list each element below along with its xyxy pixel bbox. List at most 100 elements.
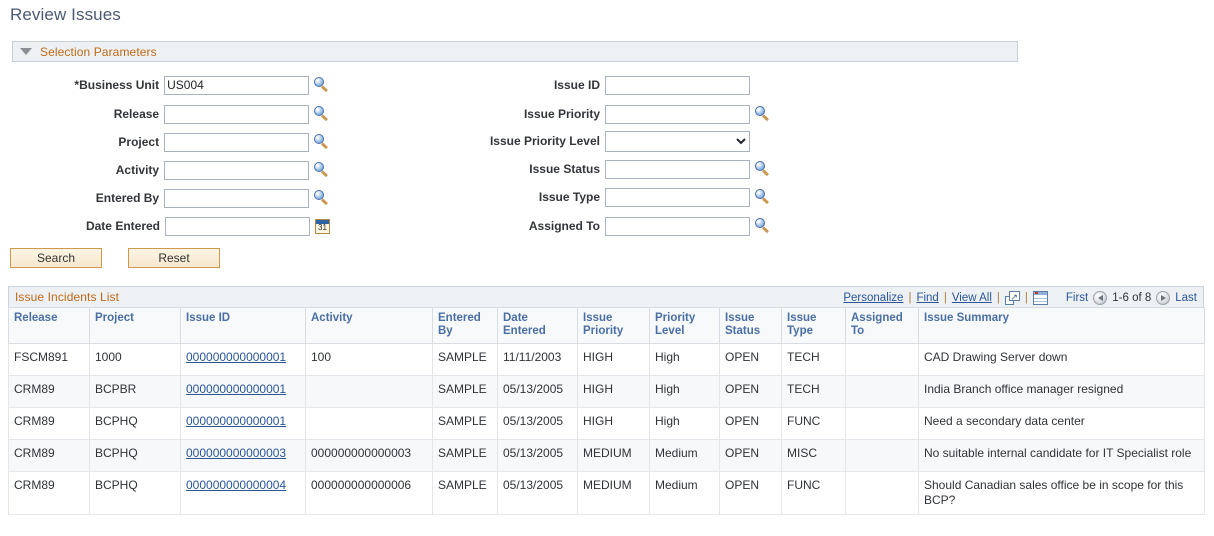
column-header-issue-type[interactable]: Issue Type xyxy=(781,307,846,344)
table-row: CRM89 BCPHQ 000000000000003 000000000000… xyxy=(8,439,1205,472)
field-row-issue-status: Issue Status xyxy=(400,156,800,182)
cell-release: FSCM891 xyxy=(8,343,90,376)
cell-issue-summary: CAD Drawing Server down xyxy=(918,343,1205,376)
column-header-issue-priority[interactable]: Issue Priority xyxy=(577,307,650,344)
project-input[interactable] xyxy=(164,132,310,152)
cell-assigned-to xyxy=(845,439,919,472)
last-page-link[interactable]: Last xyxy=(1175,292,1197,304)
next-arrow-icon[interactable] xyxy=(1156,290,1171,305)
calendar-icon[interactable]: 31 xyxy=(315,218,330,234)
cell-entered-by: SAMPLE xyxy=(432,407,498,440)
field-row-entered-by: Entered By xyxy=(0,185,330,211)
cell-issue-priority: HIGH xyxy=(577,375,650,408)
calendar-day-label: 31 xyxy=(318,222,327,232)
label-release: Release xyxy=(113,107,160,121)
cell-release: CRM89 xyxy=(8,471,90,515)
table-row: FSCM891 1000 000000000000001 100 SAMPLE … xyxy=(8,343,1205,376)
magnifier-icon[interactable] xyxy=(755,161,771,177)
cell-project: BCPHQ xyxy=(89,439,181,472)
toolbar-separator: | xyxy=(943,291,947,304)
magnifier-icon[interactable] xyxy=(755,106,771,122)
issue-id-link[interactable]: 000000000000004 xyxy=(186,478,286,492)
reset-button[interactable]: Reset xyxy=(128,248,220,268)
column-header-entered-by[interactable]: Entered By xyxy=(432,307,498,344)
table-row: CRM89 BCPBR 000000000000001 SAMPLE 05/13… xyxy=(8,375,1205,408)
first-page-link[interactable]: First xyxy=(1066,292,1088,304)
find-link[interactable]: Find xyxy=(916,292,938,304)
column-header-date-entered[interactable]: Date Entered xyxy=(497,307,578,344)
cell-project: BCPBR xyxy=(89,375,181,408)
column-header-issue-status[interactable]: Issue Status xyxy=(719,307,782,344)
magnifier-icon[interactable] xyxy=(314,190,330,206)
release-input[interactable] xyxy=(164,104,310,124)
issue-priority-level-select[interactable] xyxy=(605,130,750,152)
cell-issue-priority: HIGH xyxy=(577,343,650,376)
issue-incidents-table: Release Project Issue ID Activity Entere… xyxy=(8,307,1205,515)
cell-issue-type: TECH xyxy=(781,375,846,408)
cell-project: BCPHQ xyxy=(89,407,181,440)
magnifier-icon[interactable] xyxy=(314,134,330,150)
magnifier-icon[interactable] xyxy=(314,162,330,178)
cell-assigned-to xyxy=(845,375,919,408)
column-header-priority-level[interactable]: Priority Level xyxy=(649,307,720,344)
cell-priority-level: High xyxy=(649,407,720,440)
triangle-down-icon[interactable] xyxy=(20,48,32,55)
previous-arrow-icon[interactable] xyxy=(1093,290,1108,305)
issue-id-link[interactable]: 000000000000003 xyxy=(186,446,286,460)
issue-id-link[interactable]: 000000000000001 xyxy=(186,382,286,396)
column-header-issue-summary[interactable]: Issue Summary xyxy=(918,307,1205,344)
magnifier-icon[interactable] xyxy=(314,77,330,93)
label-date-entered: Date Entered xyxy=(85,219,160,233)
issue-id-link[interactable]: 000000000000001 xyxy=(186,350,286,364)
cell-date-entered: 05/13/2005 xyxy=(497,375,578,408)
view-all-link[interactable]: View All xyxy=(952,292,992,304)
field-row-project: Project xyxy=(0,129,330,155)
label-issue-id: Issue ID xyxy=(553,78,600,92)
cell-entered-by: SAMPLE xyxy=(432,471,498,515)
expand-window-icon[interactable]: ↗ xyxy=(1004,290,1020,305)
business-unit-input[interactable] xyxy=(164,75,310,95)
personalize-link[interactable]: Personalize xyxy=(843,292,903,304)
table-header-row: Release Project Issue ID Activity Entere… xyxy=(8,307,1205,344)
field-row-date-entered: Date Entered 31 xyxy=(0,213,330,239)
column-header-activity[interactable]: Activity xyxy=(305,307,433,344)
label-entered-by: Entered By xyxy=(95,191,160,205)
search-button[interactable]: Search xyxy=(10,248,102,268)
cell-issue-id: 000000000000001 xyxy=(180,343,306,376)
download-spreadsheet-icon[interactable] xyxy=(1032,290,1048,305)
field-row-issue-priority: Issue Priority xyxy=(400,101,800,127)
field-row-activity: Activity xyxy=(0,157,330,183)
cell-issue-summary: Should Canadian sales office be in scope… xyxy=(918,471,1205,515)
field-row-issue-type: Issue Type xyxy=(400,184,800,210)
magnifier-icon[interactable] xyxy=(314,106,330,122)
table-row: CRM89 BCPHQ 000000000000004 000000000000… xyxy=(8,471,1205,515)
cell-project: 1000 xyxy=(89,343,181,376)
issue-id-input[interactable] xyxy=(605,75,750,95)
cell-issue-type: MISC xyxy=(781,439,846,472)
toolbar-separator: | xyxy=(908,291,912,304)
cell-assigned-to xyxy=(845,471,919,515)
magnifier-icon[interactable] xyxy=(755,218,771,234)
field-row-assigned-to: Assigned To xyxy=(400,213,800,239)
selection-parameters-header[interactable]: Selection Parameters xyxy=(12,41,1018,62)
issue-priority-input[interactable] xyxy=(605,104,750,124)
activity-input[interactable] xyxy=(164,160,310,180)
entered-by-input[interactable] xyxy=(164,188,310,208)
cell-issue-id: 000000000000001 xyxy=(180,375,306,408)
date-entered-input[interactable] xyxy=(165,216,310,236)
cell-activity xyxy=(305,407,433,440)
magnifier-icon[interactable] xyxy=(755,189,771,205)
cell-issue-id: 000000000000004 xyxy=(180,471,306,515)
issue-type-input[interactable] xyxy=(605,187,750,207)
assigned-to-input[interactable] xyxy=(605,216,750,236)
cell-priority-level: High xyxy=(649,375,720,408)
issue-id-link[interactable]: 000000000000001 xyxy=(186,414,286,428)
column-header-project[interactable]: Project xyxy=(89,307,181,344)
issue-status-input[interactable] xyxy=(605,159,750,179)
label-activity: Activity xyxy=(115,163,160,177)
cell-date-entered: 05/13/2005 xyxy=(497,471,578,515)
column-header-issue-id[interactable]: Issue ID xyxy=(180,307,306,344)
cell-issue-summary: India Branch office manager resigned xyxy=(918,375,1205,408)
column-header-assigned-to[interactable]: Assigned To xyxy=(845,307,919,344)
column-header-release[interactable]: Release xyxy=(8,307,90,344)
